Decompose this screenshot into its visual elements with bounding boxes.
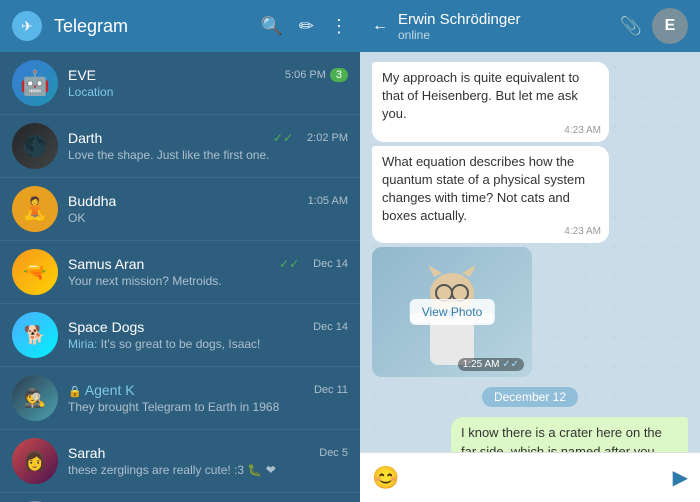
left-header: ✈ Telegram 🔍 ✏ ⋮	[0, 0, 360, 52]
chat-info: Space Dogs Dec 14 Miria: It's so great t…	[68, 319, 348, 351]
chat-item-sarah[interactable]: 👩 Sarah Dec 5 these zerglings are really…	[0, 430, 360, 493]
right-panel: ← Erwin Schrödinger online 📎 E My approa…	[360, 0, 700, 502]
send-button[interactable]: ▶	[673, 465, 688, 490]
chat-list: 🤖 EVE 5:06 PM 3 Location 🌑 Darth ✓✓ 2:02…	[0, 52, 360, 502]
photo-message: View Photo 1:25 AM ✓✓	[372, 247, 532, 377]
chat-header-info: Erwin Schrödinger online	[398, 11, 610, 42]
message-time: 4:23 AM	[564, 124, 601, 138]
chat-time: 5:06 PM	[285, 69, 326, 81]
chat-time: Dec 14	[313, 321, 348, 333]
chat-preview: OK	[68, 211, 348, 225]
chat-name: EVE	[68, 67, 96, 83]
avatar: 🕵	[12, 375, 58, 421]
chat-info: 🔒 Agent K Dec 11 They brought Telegram t…	[68, 382, 348, 414]
avatar: 👩	[12, 438, 58, 484]
compose-icon[interactable]: ✏	[299, 16, 314, 37]
chat-item-agentk[interactable]: 🕵 🔒 Agent K Dec 11 They brought Telegram…	[0, 367, 360, 430]
chat-preview: Location	[68, 85, 348, 99]
chat-info: Darth ✓✓ 2:02 PM Love the shape. Just li…	[68, 130, 348, 162]
message-bubble-m4: I know there is a crater here on the far…	[451, 417, 688, 452]
chat-item-samus[interactable]: 🔫 Samus Aran ✓✓ Dec 14 Your next mission…	[0, 241, 360, 304]
chat-item-eve[interactable]: 🤖 EVE 5:06 PM 3 Location	[0, 52, 360, 115]
chat-preview: They brought Telegram to Earth in 1968	[68, 400, 348, 414]
chat-header: ← Erwin Schrödinger online 📎 E	[360, 0, 700, 52]
message-input[interactable]	[409, 470, 662, 486]
menu-icon[interactable]: ⋮	[330, 16, 348, 37]
search-icon[interactable]: 🔍	[260, 16, 282, 37]
chat-name: Space Dogs	[68, 319, 144, 335]
contact-avatar[interactable]: E	[652, 8, 688, 44]
chat-time: Dec 14	[313, 258, 348, 270]
chat-preview: Love the shape. Just like the first one.	[68, 148, 348, 162]
chat-time: Dec 11	[314, 384, 348, 396]
avatar: 🤖	[12, 60, 58, 106]
chat-preview: Miria: It's so great to be dogs, Isaac!	[68, 337, 348, 351]
chat-name: Sarah	[68, 445, 105, 461]
message-time: 4:23 AM	[564, 225, 601, 239]
chat-name: Darth	[68, 130, 102, 146]
photo-time: 1:25 AM ✓✓	[458, 358, 524, 371]
messages-area: My approach is quite equivalent to that …	[360, 52, 700, 452]
photo-container: View Photo 1:25 AM ✓✓	[372, 247, 532, 377]
message-bubble-m2: What equation describes how the quantum …	[372, 146, 609, 244]
message-text: What equation describes how the quantum …	[382, 154, 585, 224]
avatar: 🐕	[12, 312, 58, 358]
chat-item-darth[interactable]: 🌑 Darth ✓✓ 2:02 PM Love the shape. Just …	[0, 115, 360, 178]
input-area: 😊 ▶	[360, 452, 700, 502]
left-panel: ✈ Telegram 🔍 ✏ ⋮ 🤖 EVE 5:06 PM 3 Locatio…	[0, 0, 360, 502]
back-button[interactable]: ←	[372, 17, 388, 35]
message-text: My approach is quite equivalent to that …	[382, 70, 579, 121]
chat-item-spacedogs[interactable]: 🐕 Space Dogs Dec 14 Miria: It's so great…	[0, 304, 360, 367]
chat-preview: Your next mission? Metroids.	[68, 274, 348, 288]
avatar: 🌑	[12, 123, 58, 169]
avatar: 🔫	[12, 249, 58, 295]
chat-time: 2:02 PM	[307, 132, 348, 144]
chat-header-actions: 📎 E	[620, 8, 688, 44]
chat-name: 🔒 Agent K	[68, 382, 135, 398]
chat-info: Samus Aran ✓✓ Dec 14 Your next mission? …	[68, 256, 348, 288]
chat-contact-name: Erwin Schrödinger	[398, 11, 610, 28]
message-text: I know there is a crater here on the far…	[461, 425, 662, 452]
chat-time: Dec 5	[319, 447, 348, 459]
chat-name: Samus Aran	[68, 256, 144, 272]
chat-contact-status: online	[398, 28, 610, 42]
chat-info: EVE 5:06 PM 3 Location	[68, 67, 348, 99]
chat-info: Buddha 1:05 AM OK	[68, 193, 348, 225]
attachment-icon[interactable]: 📎	[620, 16, 642, 37]
view-photo-button[interactable]: View Photo	[410, 299, 495, 325]
chat-preview: these zerglings are really cute! :3 🐛 ❤	[68, 463, 348, 477]
header-icons: 🔍 ✏ ⋮	[260, 16, 348, 37]
chat-item-phone[interactable]: 📞 22-271-6057 Oct 29	[0, 493, 360, 502]
app-title: Telegram	[54, 16, 248, 37]
avatar: 🧘	[12, 186, 58, 232]
chat-name: Buddha	[68, 193, 116, 209]
message-bubble-m1: My approach is quite equivalent to that …	[372, 62, 609, 142]
app-logo: ✈	[12, 11, 42, 41]
date-separator: December 12	[482, 387, 578, 407]
chat-time: 1:05 AM	[308, 195, 348, 207]
chat-item-buddha[interactable]: 🧘 Buddha 1:05 AM OK	[0, 178, 360, 241]
unread-badge: 3	[330, 68, 348, 82]
chat-info: Sarah Dec 5 these zerglings are really c…	[68, 445, 348, 477]
emoji-button[interactable]: 😊	[372, 465, 399, 491]
